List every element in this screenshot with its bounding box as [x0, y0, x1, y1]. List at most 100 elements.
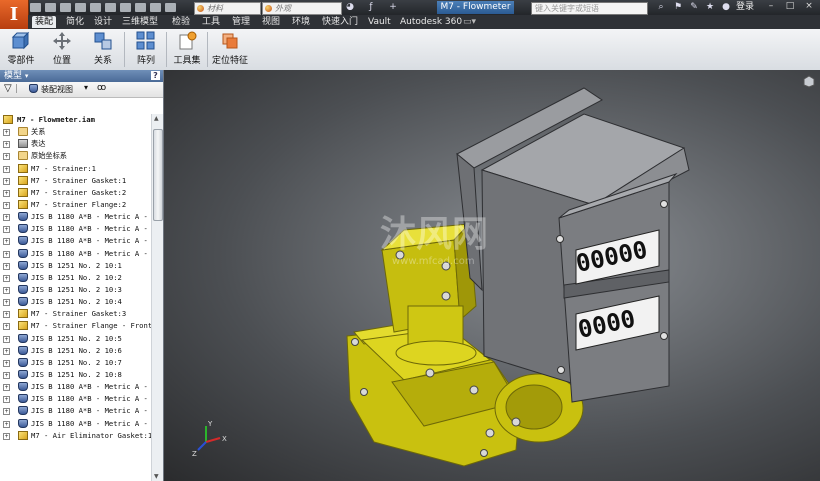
- tree-item[interactable]: + JIS B 1180 A*B - Metric A - M: [0, 418, 151, 430]
- expand-plus-icon[interactable]: +: [3, 384, 10, 392]
- place-component-button[interactable]: 零部件: [4, 31, 38, 69]
- relationships-button[interactable]: 关系: [88, 31, 118, 69]
- tab-tools[interactable]: 工具: [199, 16, 223, 28]
- expand-plus-icon[interactable]: +: [3, 201, 10, 209]
- communication-center-icon[interactable]: ⚑: [673, 2, 683, 12]
- tree-root[interactable]: M7 - Flowmeter.iam: [0, 114, 151, 126]
- scroll-up-arrow-icon[interactable]: ▲: [154, 115, 159, 122]
- help-icon[interactable]: ?: [151, 71, 160, 80]
- tree-item[interactable]: + JIS B 1251 No. 2 10:6: [0, 345, 151, 357]
- tree-item[interactable]: + M7 - Strainer Gasket:3: [0, 308, 151, 320]
- ribbon-options-icon[interactable]: ▭▾: [460, 16, 479, 28]
- redo-icon[interactable]: [90, 3, 101, 12]
- minimize-button[interactable]: –: [762, 0, 780, 13]
- tree-item[interactable]: + M7 - Strainer:1: [0, 163, 151, 175]
- tab-manage[interactable]: 管理: [229, 16, 253, 28]
- tree-item[interactable]: + JIS B 1180 A*B - Metric A - M: [0, 393, 151, 405]
- login-button[interactable]: 登录: [736, 2, 754, 13]
- tree-item[interactable]: + JIS B 1251 No. 2 10:8: [0, 369, 151, 381]
- new-file-icon[interactable]: [30, 3, 41, 12]
- expand-plus-icon[interactable]: +: [3, 359, 10, 367]
- expand-plus-icon[interactable]: +: [3, 141, 10, 149]
- application-menu-button[interactable]: I: [0, 0, 29, 29]
- toolset-button[interactable]: 工具集: [172, 31, 202, 69]
- tab-3d-model[interactable]: 三维模型: [119, 16, 161, 28]
- user-icon[interactable]: ●: [721, 2, 731, 12]
- expand-plus-icon[interactable]: +: [3, 129, 10, 137]
- tree-item[interactable]: + JIS B 1251 No. 2 10:3: [0, 284, 151, 296]
- tab-vault[interactable]: Vault: [365, 16, 394, 28]
- tab-design[interactable]: 设计: [91, 16, 115, 28]
- update-icon[interactable]: [150, 3, 161, 12]
- expand-plus-icon[interactable]: +: [3, 311, 10, 319]
- expand-plus-icon[interactable]: +: [3, 286, 10, 294]
- position-button[interactable]: 位置: [47, 31, 77, 69]
- tree-item[interactable]: + M7 - Strainer Flange:2: [0, 199, 151, 211]
- tree-item[interactable]: + JIS B 1180 A*B - Metric A - M: [0, 381, 151, 393]
- expand-plus-icon[interactable]: +: [3, 432, 10, 440]
- expand-plus-icon[interactable]: +: [3, 262, 10, 270]
- favorites-star-icon[interactable]: ★: [705, 2, 715, 12]
- expand-plus-icon[interactable]: +: [3, 250, 10, 258]
- expand-plus-icon[interactable]: +: [3, 335, 10, 343]
- select-icon[interactable]: [135, 3, 146, 12]
- expand-plus-icon[interactable]: +: [3, 226, 10, 234]
- scroll-down-arrow-icon[interactable]: ▼: [154, 473, 159, 480]
- tree-item[interactable]: + M7 - Strainer Gasket:1: [0, 175, 151, 187]
- search-input[interactable]: 键入关键字或短语: [531, 2, 648, 15]
- assembly-view-label[interactable]: 装配视图: [41, 84, 73, 95]
- tab-environments[interactable]: 环境: [289, 16, 313, 28]
- open-file-icon[interactable]: [45, 3, 56, 12]
- tree-item[interactable]: + JIS B 1180 A*B - Metric A - M: [0, 223, 151, 235]
- tab-view[interactable]: 视图: [259, 16, 283, 28]
- measure-icon[interactable]: +: [388, 2, 398, 12]
- tree-item[interactable]: + JIS B 1251 No. 2 10:1: [0, 260, 151, 272]
- flowmeter-model[interactable]: 00000 0000 沐风网 www.mfcad.com X Y Z: [164, 70, 820, 481]
- tree-item[interactable]: + M7 - Strainer Gasket:2: [0, 187, 151, 199]
- view-dropdown-icon[interactable]: ▾: [84, 83, 88, 92]
- appearance-dropdown[interactable]: 外观: [262, 2, 342, 15]
- work-features-button[interactable]: 定位特征: [211, 31, 249, 69]
- undo-icon[interactable]: [75, 3, 86, 12]
- expand-plus-icon[interactable]: +: [3, 323, 10, 331]
- viewcube-home-icon[interactable]: [802, 74, 816, 88]
- tree-item[interactable]: + JIS B 1180 A*B - Metric A - M: [0, 235, 151, 247]
- scrollbar-thumb[interactable]: [153, 129, 163, 221]
- expand-plus-icon[interactable]: +: [3, 347, 10, 355]
- filter-icon[interactable]: ▽: [4, 83, 12, 94]
- print-icon[interactable]: [120, 3, 131, 12]
- expand-plus-icon[interactable]: +: [3, 177, 10, 185]
- wrench-icon[interactable]: ✎: [689, 2, 699, 12]
- tree-item[interactable]: + M7 - Air Eliminator Gasket:1: [0, 430, 151, 442]
- tab-simplify[interactable]: 简化: [63, 16, 87, 28]
- material-dropdown[interactable]: 材料: [194, 2, 261, 15]
- tree-item[interactable]: + M7 - Strainer Flange - Front: [0, 320, 151, 332]
- expand-plus-icon[interactable]: +: [3, 408, 10, 416]
- tree-item[interactable]: + JIS B 1251 No. 2 10:5: [0, 333, 151, 345]
- graphics-viewport[interactable]: 00000 0000 沐风网 www.mfcad.com X Y Z: [164, 70, 820, 481]
- expand-plus-icon[interactable]: +: [3, 165, 10, 173]
- expand-plus-icon[interactable]: +: [3, 299, 10, 307]
- tree-item[interactable]: + JIS B 1180 A*B - Metric A - M: [0, 405, 151, 417]
- save-icon[interactable]: [60, 3, 71, 12]
- chevron-down-icon[interactable]: ▾: [25, 72, 29, 80]
- pattern-button[interactable]: 阵列: [131, 31, 161, 69]
- tree-item[interactable]: + JIS B 1251 No. 2 10:4: [0, 296, 151, 308]
- browser-scrollbar[interactable]: ▲ ▼: [151, 114, 163, 481]
- expand-plus-icon[interactable]: +: [3, 238, 10, 246]
- find-binoculars-icon[interactable]: ꝏ: [97, 83, 106, 93]
- browser-header[interactable]: 模型 ▾ ?: [0, 70, 163, 82]
- expand-plus-icon[interactable]: +: [3, 153, 10, 161]
- color-override-icon[interactable]: ◕: [345, 2, 355, 12]
- appearance-globe-icon[interactable]: [165, 3, 176, 12]
- tree-item[interactable]: + 表达: [0, 138, 151, 150]
- tab-autodesk-360[interactable]: Autodesk 360: [397, 16, 465, 28]
- tree-item[interactable]: + JIS B 1251 No. 2 10:2: [0, 272, 151, 284]
- expand-plus-icon[interactable]: +: [3, 214, 10, 222]
- tab-get-started[interactable]: 快速入门: [319, 16, 361, 28]
- maximize-button[interactable]: □: [781, 0, 799, 13]
- tree-item[interactable]: + 原始坐标系: [0, 150, 151, 162]
- search-binoculars-icon[interactable]: ⌕: [656, 2, 666, 12]
- tab-assemble[interactable]: 装配: [32, 16, 57, 28]
- tree-item[interactable]: + JIS B 1180 A*B - Metric A - M: [0, 211, 151, 223]
